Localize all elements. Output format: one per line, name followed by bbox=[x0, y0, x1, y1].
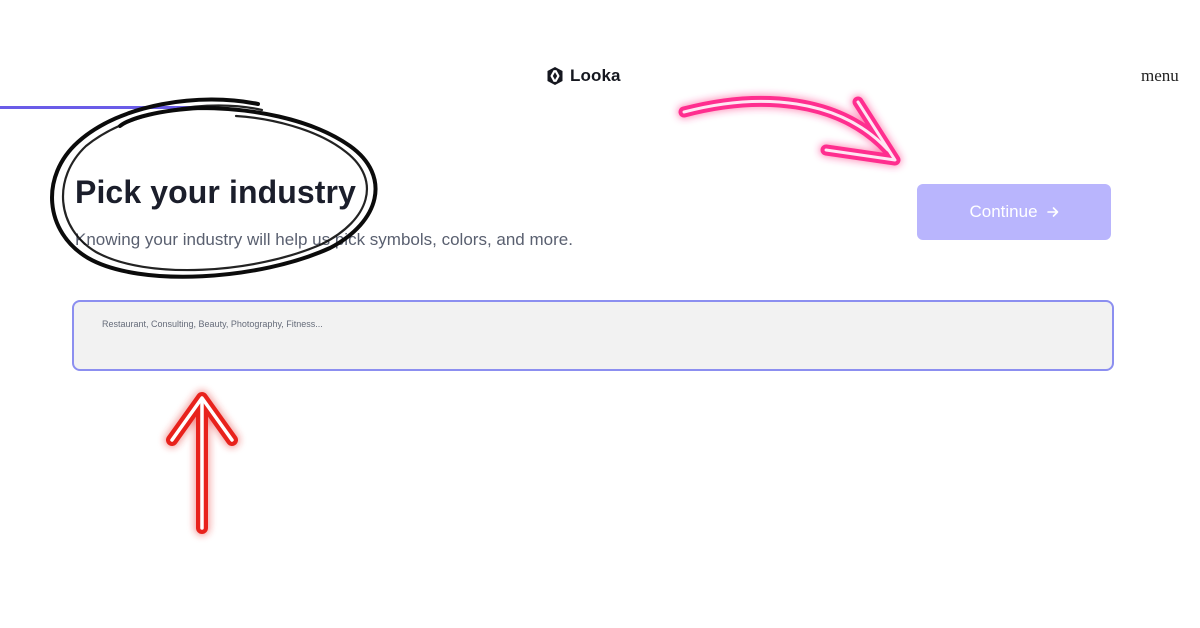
page-subtitle: Knowing your industry will help us pick … bbox=[75, 230, 573, 249]
continue-button-label: Continue bbox=[969, 202, 1038, 221]
industry-search-input[interactable] bbox=[102, 316, 1082, 332]
progress-bar-fill bbox=[0, 106, 216, 109]
top-header: Looka menu bbox=[0, 0, 1200, 110]
brand-logo[interactable]: Looka bbox=[546, 64, 621, 88]
progress-bar bbox=[0, 106, 1200, 109]
red-arrow-annotation bbox=[166, 392, 238, 534]
page-title: Pick your industry bbox=[75, 174, 356, 210]
industry-search-box[interactable] bbox=[72, 300, 1114, 371]
menu-link[interactable]: menu bbox=[1141, 66, 1179, 86]
pink-arrow-annotation bbox=[678, 95, 901, 166]
continue-button[interactable]: Continue bbox=[917, 184, 1111, 240]
arrow-right-icon bbox=[1046, 207, 1058, 217]
brand-name: Looka bbox=[570, 66, 621, 85]
looka-logo-icon bbox=[547, 67, 563, 85]
